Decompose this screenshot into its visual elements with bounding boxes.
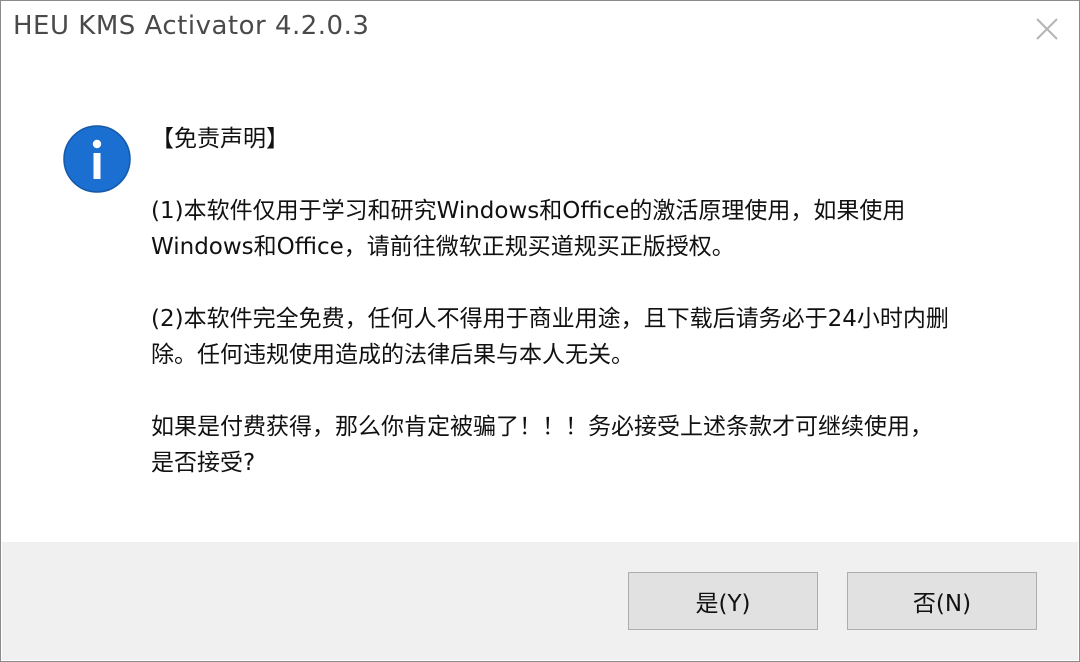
dialog-window: HEU KMS Activator 4.2.0.3 【免责声明】 (1)本软件仅… [0, 0, 1080, 662]
message-area: 【免责声明】 (1)本软件仅用于学习和研究Windows和Office的激活原理… [1, 59, 1079, 543]
disclaimer-para1-line1: (1)本软件仅用于学习和研究Windows和Office的激活原理使用，如果使用 [151, 198, 906, 224]
close-icon [1036, 18, 1058, 40]
disclaimer-para3-line1: 如果是付费获得，那么你肯定被骗了！！！务必接受上述条款才可继续使用， [151, 414, 933, 440]
title-bar: HEU KMS Activator 4.2.0.3 [1, 1, 1079, 59]
message-text: 【免责声明】 (1)本软件仅用于学习和研究Windows和Office的激活原理… [151, 121, 1031, 481]
disclaimer-para1-line2: Windows和Office，请前往微软正规买道规买正版授权。 [151, 234, 735, 260]
no-button[interactable]: 否(N) [847, 572, 1037, 630]
disclaimer-para3-line2: 是否接受? [151, 450, 256, 476]
button-bar: 是(Y) 否(N) [2, 542, 1078, 660]
disclaimer-heading: 【免责声明】 [151, 126, 289, 152]
disclaimer-para2-line1: (2)本软件完全免费，任何人不得用于商业用途，且下载后请务必于24小时内删 [151, 306, 949, 332]
info-icon [63, 125, 131, 193]
close-button[interactable] [1033, 15, 1061, 43]
window-title: HEU KMS Activator 4.2.0.3 [13, 11, 370, 41]
disclaimer-para2-line2: 除。任何违规使用造成的法律后果与本人无关。 [151, 342, 634, 368]
yes-button[interactable]: 是(Y) [628, 572, 818, 630]
